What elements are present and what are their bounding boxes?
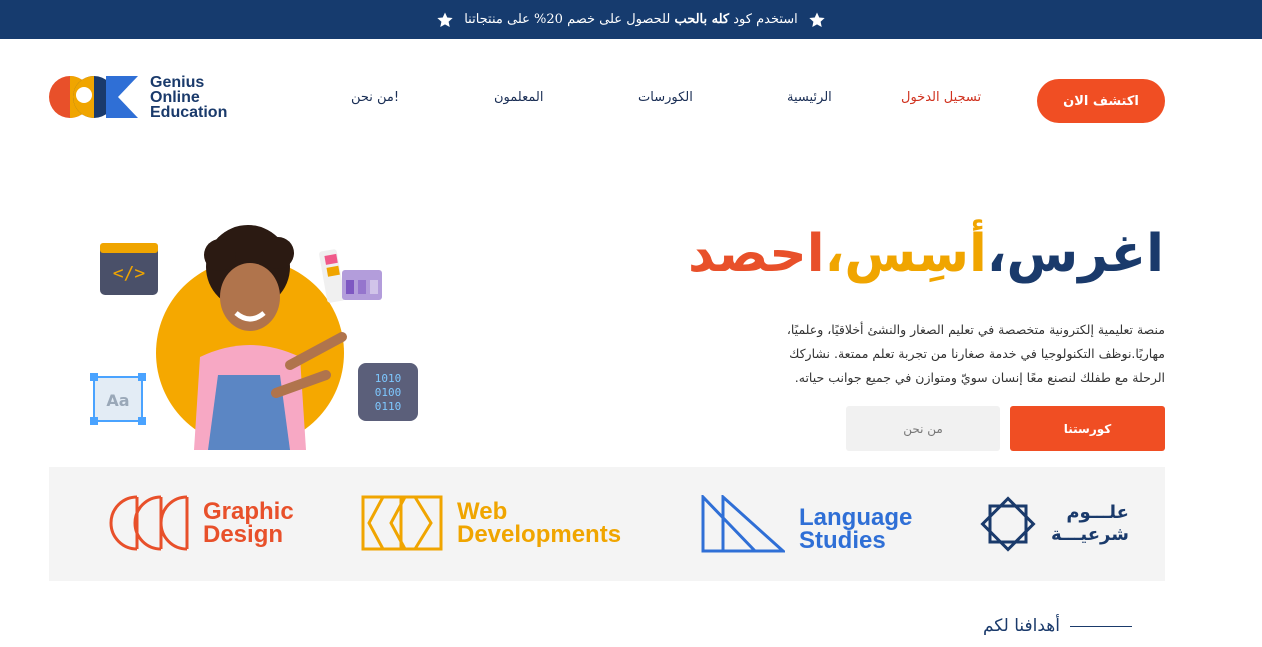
nav-home[interactable]: الرئيسية — [787, 90, 832, 105]
site-header: Genius Online Education من نحن! المعلمون… — [0, 39, 1262, 159]
site-logo[interactable]: Genius Online Education — [48, 73, 227, 121]
nav-about[interactable]: من نحن! — [351, 90, 399, 105]
hero-word-harvest: احصد — [687, 224, 826, 284]
color-palette-icon — [319, 249, 382, 303]
svg-text:Aa: Aa — [106, 391, 129, 410]
islamic-star-icon — [980, 496, 1036, 552]
svg-text:</>: </> — [113, 263, 146, 284]
discover-now-button[interactable]: اكتشف الان — [1037, 79, 1165, 123]
hero-word-establish: أسِس، — [824, 224, 988, 284]
hero-title: اغرس،أسِس،احصد — [687, 222, 1165, 286]
code-icon: </> — [100, 243, 158, 295]
heading-decor-line — [1070, 625, 1132, 627]
svg-text:0110: 0110 — [375, 400, 402, 413]
hero-illustration: </> 1010 0100 0110 Aa — [80, 225, 425, 450]
promo-code: كله بالحب — [674, 12, 730, 27]
category-web-development[interactable]: Web Developments — [361, 495, 621, 551]
logo-text: Genius Online Education — [150, 73, 228, 121]
categories-band: Graphic Design Web Developments Language… — [49, 467, 1165, 581]
font-icon: Aa — [90, 373, 146, 425]
promo-text: استخدم كود كله بالحب للحصول على خصم 20% … — [464, 12, 798, 27]
graphic-design-icon — [109, 495, 189, 551]
nav-login[interactable]: تسجيل الدخول — [901, 90, 981, 105]
category-language-studies[interactable]: Language Studies — [701, 495, 912, 553]
web-development-icon — [361, 495, 443, 551]
nav-courses[interactable]: الكورسات — [638, 90, 693, 105]
star-icon — [809, 12, 825, 27]
our-courses-button[interactable]: كورستنا — [1010, 406, 1165, 451]
svg-text:1010: 1010 — [375, 372, 402, 385]
star-icon — [437, 12, 453, 27]
logo-mark-icon — [49, 76, 138, 118]
hero-word-plant: اغرس، — [986, 224, 1165, 284]
about-us-button[interactable]: من نحن — [846, 406, 1000, 451]
goals-heading: أهدافنا لكم — [983, 616, 1132, 636]
hero-description: منصة تعليمية إلكترونية متخصصة في تعليم ا… — [786, 322, 1165, 385]
category-graphic-design[interactable]: Graphic Design — [109, 495, 294, 551]
promo-bar: استخدم كود كله بالحب للحصول على خصم 20% … — [0, 0, 1262, 39]
svg-text:0100: 0100 — [375, 386, 402, 399]
nav-teachers[interactable]: المعلمون — [494, 90, 543, 105]
binary-code-icon: 1010 0100 0110 — [358, 363, 418, 421]
language-studies-icon — [701, 495, 785, 553]
category-sharia-sciences[interactable]: علـــوم شرعيـــة — [979, 495, 1129, 553]
